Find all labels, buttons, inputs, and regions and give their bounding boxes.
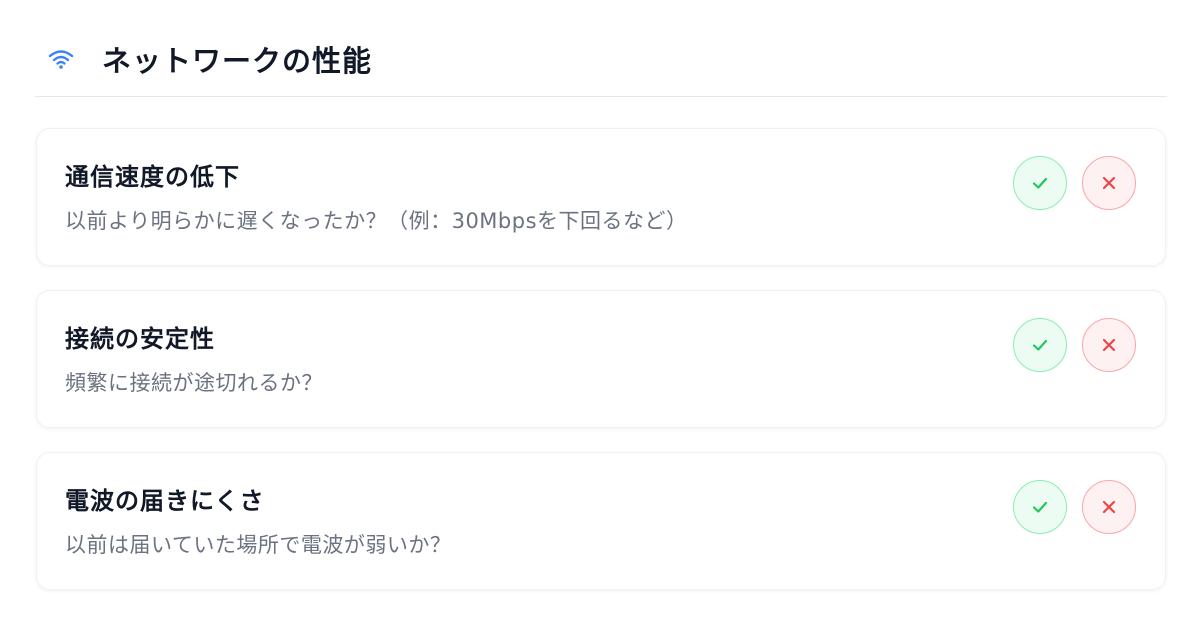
question-description: 以前は届いていた場所で電波が弱いか？ — [65, 533, 452, 557]
section-title: ネットワークの性能 — [102, 44, 373, 78]
question-title: 接続の安定性 — [65, 325, 215, 353]
yes-button[interactable] — [1013, 156, 1067, 210]
x-icon — [1102, 176, 1116, 190]
section-header: ネットワークの性能 — [35, 22, 1167, 97]
yes-button[interactable] — [1013, 318, 1067, 372]
check-icon — [1032, 177, 1048, 189]
no-button[interactable] — [1082, 156, 1136, 210]
x-icon — [1102, 338, 1116, 352]
no-button[interactable] — [1082, 318, 1136, 372]
question-title: 通信速度の低下 — [65, 163, 240, 191]
no-button[interactable] — [1082, 480, 1136, 534]
question-card-stability: 接続の安定性 頻繁に接続が途切れるか？ — [36, 290, 1166, 428]
x-icon — [1102, 500, 1116, 514]
question-description: 頻繁に接続が途切れるか？ — [65, 371, 323, 395]
question-card-signal: 電波の届きにくさ 以前は届いていた場所で電波が弱いか？ — [36, 452, 1166, 590]
question-title: 電波の届きにくさ — [65, 487, 265, 515]
question-description: 以前より明らかに遅くなったか？（例：30Mbpsを下回るなど） — [65, 209, 688, 233]
question-card-speed: 通信速度の低下 以前より明らかに遅くなったか？（例：30Mbpsを下回るなど） — [36, 128, 1166, 266]
check-icon — [1032, 501, 1048, 513]
check-icon — [1032, 339, 1048, 351]
yes-button[interactable] — [1013, 480, 1067, 534]
wifi-icon — [46, 46, 76, 72]
